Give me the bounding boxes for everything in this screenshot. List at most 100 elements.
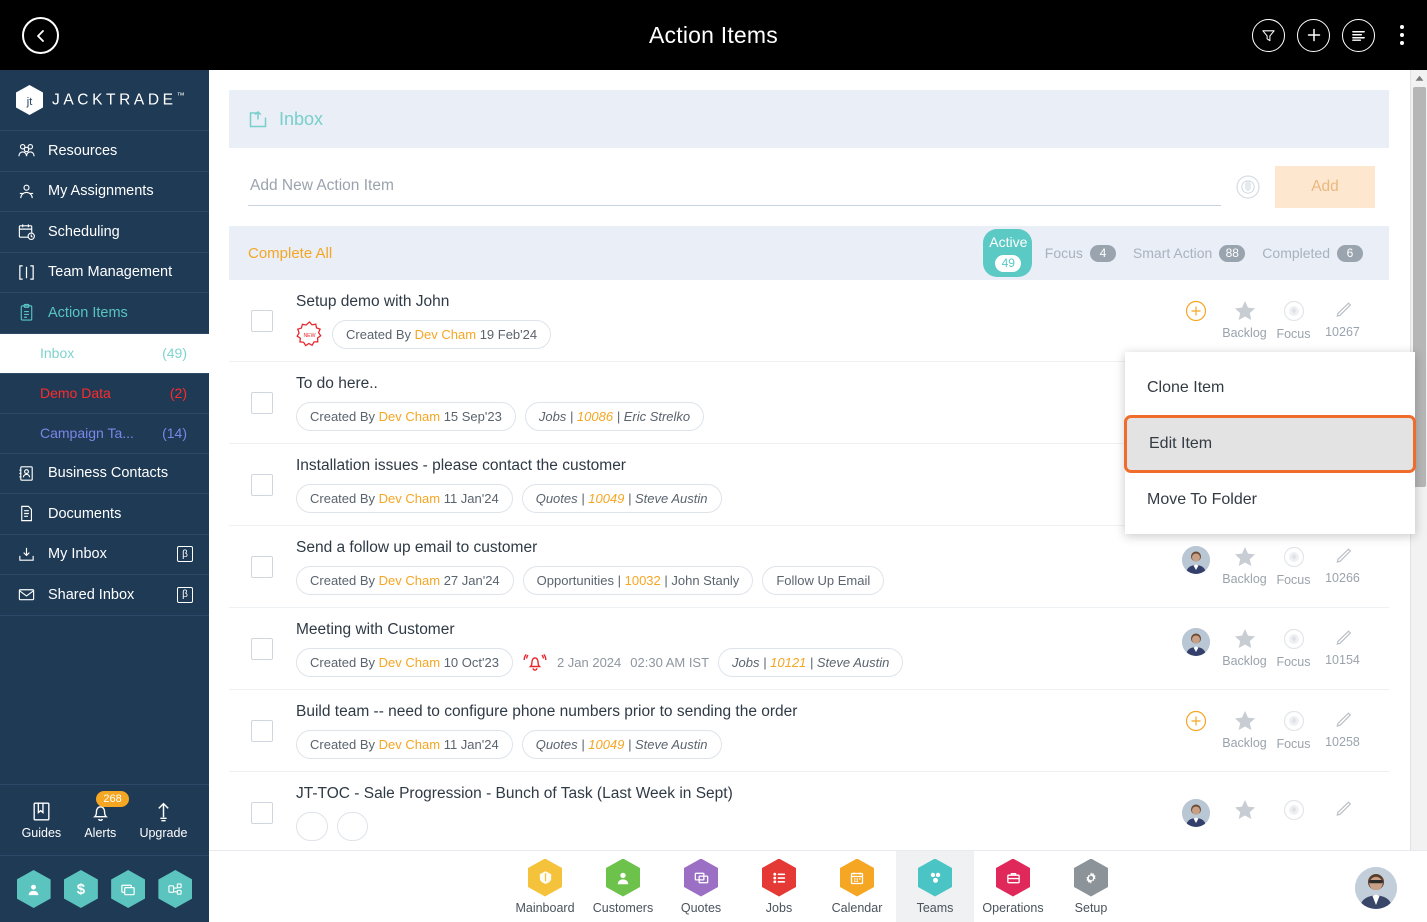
sidebar-item-scheduling[interactable]: Scheduling — [0, 212, 209, 253]
reference-chip[interactable]: Quotes | 10049 | Steve Austin — [521, 483, 722, 513]
bottom-nav-customers[interactable]: Customers — [584, 851, 662, 922]
backlog-star-button[interactable]: Backlog — [1220, 710, 1269, 750]
scroll-up-button[interactable] — [1411, 70, 1427, 87]
chip-kind: Opportunities — [536, 572, 614, 588]
bottom-nav-quotes[interactable]: Quotes — [662, 851, 740, 922]
assignee-avatar-button[interactable] — [1171, 798, 1220, 827]
row-checkbox[interactable] — [251, 555, 273, 578]
row-title: JT-TOC - Sale Progression - Bunch of Tas… — [296, 784, 733, 802]
row-body: JT-TOC - Sale Progression - Bunch of Tas… — [296, 785, 1157, 841]
bottom-nav-jobs[interactable]: Jobs — [740, 851, 818, 922]
sidebar-item-label: Business Contacts — [48, 465, 169, 482]
focus-button[interactable]: Focus — [1269, 628, 1318, 669]
bottom-nav-setup[interactable]: Setup — [1052, 851, 1130, 922]
table-row[interactable]: Meeting with Customer Created By Dev Cha… — [229, 608, 1389, 690]
complete-all-button[interactable]: Complete All — [248, 245, 332, 262]
assignee-avatar-button[interactable] — [1171, 546, 1220, 574]
row-checkbox[interactable] — [251, 801, 273, 824]
bottom-nav-operations[interactable]: Operations — [974, 851, 1052, 922]
messages-hex-button[interactable] — [111, 870, 146, 908]
voice-input-icon[interactable] — [1235, 174, 1261, 200]
edit-pencil-button[interactable]: 10258 — [1318, 710, 1367, 749]
sidebar-subitem-demo-data[interactable]: Demo Data (2) — [0, 374, 209, 414]
row-checkbox[interactable] — [251, 473, 273, 496]
sidebar-item-shared-inbox[interactable]: Shared Inbox β — [0, 575, 209, 616]
tab-smart-action[interactable]: Smart Action 88 — [1129, 240, 1249, 267]
kebab-dot — [1400, 25, 1404, 29]
add-subtask-button[interactable] — [1171, 300, 1220, 322]
billing-hex-button[interactable]: $ — [63, 870, 98, 908]
backlog-label: Backlog — [1222, 654, 1267, 668]
filter-button[interactable] — [1252, 18, 1285, 52]
sidebar-item-team-management[interactable]: Team Management — [0, 253, 209, 293]
sidebar-item-documents[interactable]: Documents — [0, 494, 209, 535]
backlog-star-button[interactable]: Backlog — [1220, 300, 1269, 340]
sidebar-item-action-items[interactable]: Action Items — [0, 293, 209, 334]
reference-chip[interactable]: Jobs | 10086 | Eric Strelko — [524, 401, 705, 431]
guides-button[interactable]: Guides — [22, 800, 61, 840]
edit-pencil-button[interactable]: 10154 — [1318, 628, 1367, 667]
context-menu-item-clone[interactable]: Clone Item — [1125, 361, 1415, 415]
shared-inbox-icon — [16, 585, 36, 605]
row-checkbox[interactable] — [251, 719, 273, 742]
edit-pencil-button[interactable]: 10266 — [1318, 546, 1367, 585]
add-subtask-button[interactable] — [1171, 710, 1220, 732]
tab-active[interactable]: Active 49 — [982, 229, 1032, 277]
row-checkbox[interactable] — [251, 391, 273, 414]
workflow-hex-button[interactable] — [158, 870, 193, 908]
bottom-nav-teams[interactable]: Teams — [896, 850, 974, 922]
bottom-nav-mainboard[interactable]: Mainboard — [506, 851, 584, 922]
profile-hex-button[interactable] — [16, 870, 51, 908]
star-icon — [1234, 547, 1255, 566]
chevron-up-icon — [1415, 75, 1423, 81]
edit-pencil-button[interactable] — [1318, 799, 1367, 819]
upgrade-button[interactable]: Upgrade — [139, 800, 187, 840]
focus-button[interactable]: Focus — [1269, 300, 1318, 341]
edit-pencil-button[interactable]: 10267 — [1318, 300, 1367, 339]
reference-chip[interactable]: Quotes | 10049 | Steve Austin — [521, 729, 722, 759]
focus-button[interactable] — [1269, 799, 1318, 821]
table-row[interactable]: Send a follow up email to customer Creat… — [229, 526, 1389, 608]
reference-chip[interactable] — [336, 811, 369, 841]
sidebar-item-resources[interactable]: Resources — [0, 131, 209, 172]
table-row[interactable]: Setup demo with John NEW Created By Dev … — [229, 280, 1389, 362]
backlog-star-button[interactable] — [1220, 799, 1269, 820]
row-checkbox[interactable] — [251, 637, 273, 660]
user-avatar[interactable] — [1355, 867, 1397, 909]
more-options-button[interactable] — [1391, 19, 1413, 52]
documents-icon — [16, 504, 36, 524]
table-row[interactable]: JT-TOC - Sale Progression - Bunch of Tas… — [229, 772, 1389, 854]
list-view-button[interactable] — [1342, 18, 1375, 52]
sidebar-subitem-campaign-tasks[interactable]: Campaign Ta... (14) — [0, 414, 209, 454]
sidebar-subitem-inbox[interactable]: Inbox (49) — [0, 333, 209, 374]
row-checkbox[interactable] — [251, 309, 273, 332]
bottom-nav-calendar[interactable]: Calendar — [818, 851, 896, 922]
backlog-star-button[interactable]: Backlog — [1220, 628, 1269, 668]
focus-button[interactable]: Focus — [1269, 546, 1318, 587]
tab-completed[interactable]: Completed 6 — [1258, 240, 1367, 267]
sidebar-item-my-assignments[interactable]: My Assignments — [0, 172, 209, 212]
tab-focus[interactable]: Focus 4 — [1041, 240, 1120, 267]
tag-chip[interactable]: Follow Up Email — [762, 565, 885, 595]
chip-kind: Quotes — [535, 736, 578, 752]
assignee-avatar-button[interactable] — [1171, 628, 1220, 656]
reference-chip[interactable]: Jobs | 10121 | Steve Austin — [718, 647, 904, 677]
created-by-chip: Created By Dev Cham 11 Jan'24 — [296, 483, 513, 513]
reference-chip[interactable]: Opportunities | 10032 | John Stanly — [522, 565, 754, 595]
sidebar-item-business-contacts[interactable]: Business Contacts — [0, 454, 209, 494]
add-action-item-input[interactable] — [248, 168, 1221, 206]
add-button-primary[interactable]: Add — [1275, 166, 1375, 208]
focus-button[interactable]: Focus — [1269, 710, 1318, 751]
bottom-nav-label: Teams — [916, 900, 954, 915]
business-contacts-icon — [16, 463, 36, 483]
billing-hex-icon: $ — [76, 880, 86, 898]
table-row[interactable]: Build team -- need to configure phone nu… — [229, 690, 1389, 772]
alerts-button[interactable]: 268 Alerts — [84, 791, 129, 840]
add-button[interactable] — [1297, 18, 1330, 52]
context-menu-item-edit[interactable]: Edit Item — [1124, 415, 1416, 473]
sidebar-item-my-inbox[interactable]: My Inbox β — [0, 535, 209, 575]
tab-label: Completed — [1262, 245, 1330, 261]
backlog-star-button[interactable]: Backlog — [1220, 546, 1269, 586]
brand-logo[interactable]: jt JACKTRADE™ — [0, 70, 209, 131]
context-menu-item-move[interactable]: Move To Folder — [1125, 473, 1415, 527]
